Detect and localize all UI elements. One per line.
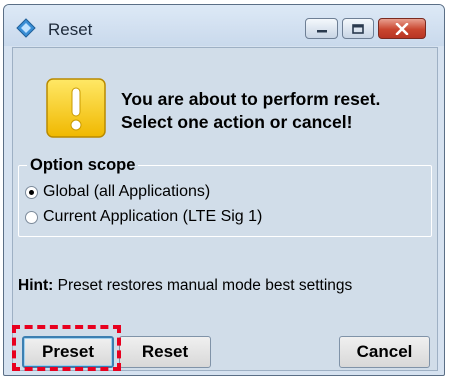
reset-button[interactable]: Reset	[119, 336, 211, 368]
reset-dialog-window: Reset You are about to perform reset. Se…	[3, 4, 445, 376]
maximize-icon	[352, 23, 364, 34]
current-application-option-label: Current Application (LTE Sig 1)	[43, 208, 263, 225]
hint-message: Preset restores manual mode best setting…	[57, 277, 353, 294]
warning-exclamation-icon	[46, 78, 106, 138]
close-icon	[395, 22, 409, 35]
window-title: Reset	[48, 20, 93, 39]
dialog-body: You are about to perform reset. Select o…	[12, 47, 438, 371]
title-bar[interactable]: Reset	[4, 5, 444, 46]
message-line-2: Select one action or cancel!	[121, 112, 353, 132]
minimize-button[interactable]	[305, 18, 338, 39]
selected-dot-icon	[29, 189, 34, 195]
message-line-1: You are about to perform reset.	[121, 89, 381, 109]
current-application-radio[interactable]	[25, 210, 38, 224]
diamond-app-icon	[16, 18, 36, 38]
minimize-icon	[316, 29, 327, 32]
cancel-button[interactable]: Cancel	[339, 336, 430, 368]
close-button[interactable]	[378, 18, 426, 39]
global-option[interactable]: Global (all Applications)	[25, 183, 210, 201]
hint-text: Hint: Preset restores manual mode best s…	[18, 277, 352, 295]
maximize-button[interactable]	[342, 18, 374, 39]
preset-highlight-box	[12, 325, 121, 371]
reset-message: You are about to perform reset. Select o…	[121, 88, 380, 134]
option-scope-group: Option scope Global (all Applications) C…	[18, 156, 432, 237]
hint-label: Hint:	[18, 277, 54, 294]
global-option-label: Global (all Applications)	[43, 183, 211, 200]
global-radio[interactable]	[25, 185, 38, 199]
option-scope-label: Option scope	[27, 156, 139, 175]
current-application-option[interactable]: Current Application (LTE Sig 1)	[25, 208, 262, 226]
